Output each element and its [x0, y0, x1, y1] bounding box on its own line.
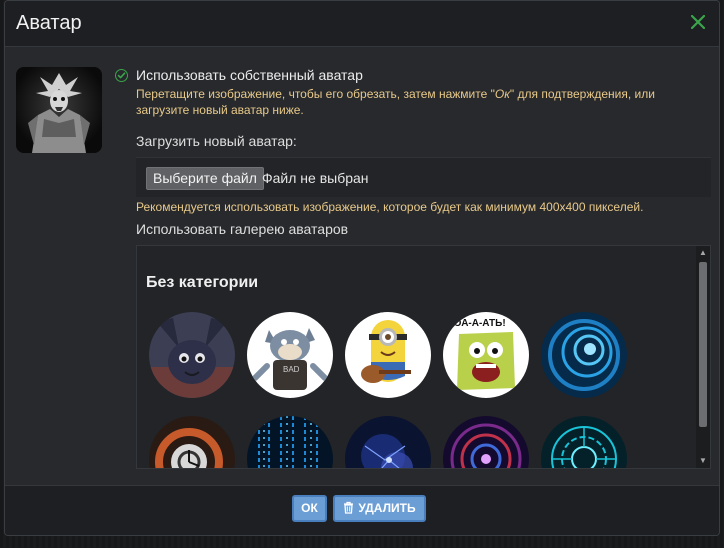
dialog-footer: ОК УДАЛИТЬ: [5, 485, 719, 535]
cyan-circuit-avatar[interactable]: [541, 416, 627, 468]
blue-nebula-avatar[interactable]: [345, 416, 431, 468]
file-upload-field: Выберите файл Файл не выбран: [136, 157, 711, 197]
avatar-dialog: Аватар Использовать собственный аватар П…: [4, 0, 720, 536]
upload-label: Загрузить новый аватар:: [136, 133, 297, 149]
own-avatar-label: Использовать собственный аватар: [136, 67, 363, 83]
size-recommendation: Рекомендуется использовать изображение, …: [136, 200, 644, 214]
close-icon[interactable]: [689, 12, 707, 32]
hint-text-start: Перетащите изображение, чтобы его обреза…: [136, 87, 495, 101]
delete-button-label: УДАЛИТЬ: [358, 501, 416, 515]
tshirt-lettering: BAD: [283, 365, 300, 374]
gallery-scrollbar[interactable]: ▲ ▼: [696, 246, 710, 468]
scroll-down-arrow-icon[interactable]: ▼: [696, 454, 710, 468]
ok-button[interactable]: ОК: [292, 495, 327, 522]
avatar-gallery: Без категории BAD ЕОА-А-АТЬ! ▲ ▼: [136, 245, 711, 469]
samurai-avatar-image[interactable]: [16, 67, 102, 153]
gallery-category-title: Без категории: [146, 274, 259, 291]
clock-gears-avatar[interactable]: [149, 416, 235, 468]
scrollbar-thumb[interactable]: [699, 262, 707, 427]
check-circle-icon[interactable]: [115, 69, 128, 82]
hint-ok-word: Ок: [494, 87, 510, 101]
tom-cat-avatar[interactable]: BAD: [247, 312, 333, 398]
bat-creature-avatar[interactable]: [149, 312, 235, 398]
gallery-label: Использовать галерею аватаров: [136, 221, 349, 237]
blue-matrix-avatar[interactable]: [247, 416, 333, 468]
choose-file-button[interactable]: Выберите файл: [146, 167, 264, 190]
minion-guitar-avatar[interactable]: [345, 312, 431, 398]
dialog-title: Аватар: [16, 12, 82, 34]
file-status-text: Файл не выбран: [262, 170, 369, 186]
own-avatar-hint: Перетащите изображение, чтобы его обреза…: [136, 86, 706, 118]
purple-tunnel-avatar[interactable]: [443, 416, 529, 468]
dialog-header: Аватар: [5, 1, 719, 47]
trash-icon: [343, 499, 354, 522]
scroll-up-arrow-icon[interactable]: ▲: [696, 246, 710, 260]
blue-spiral-avatar[interactable]: [541, 312, 627, 398]
meme-text: ЕОА-А-АТЬ!: [447, 318, 506, 329]
spongebob-meme-avatar[interactable]: ЕОА-А-АТЬ!: [443, 312, 529, 398]
delete-button[interactable]: УДАЛИТЬ: [333, 495, 426, 522]
